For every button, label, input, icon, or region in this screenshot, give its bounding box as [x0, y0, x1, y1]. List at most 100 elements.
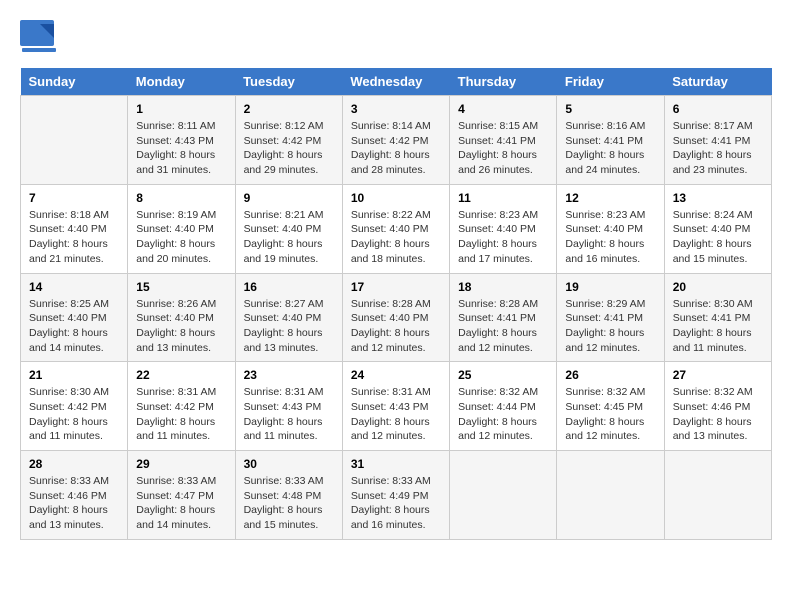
- day-info: Sunrise: 8:22 AM Sunset: 4:40 PM Dayligh…: [351, 208, 441, 267]
- day-info: Sunrise: 8:21 AM Sunset: 4:40 PM Dayligh…: [244, 208, 334, 267]
- day-info: Sunrise: 8:12 AM Sunset: 4:42 PM Dayligh…: [244, 119, 334, 178]
- day-number: 27: [673, 368, 763, 382]
- logo: [20, 20, 60, 52]
- day-number: 18: [458, 280, 548, 294]
- calendar-cell: 24Sunrise: 8:31 AM Sunset: 4:43 PM Dayli…: [342, 362, 449, 451]
- calendar-cell: 7 Sunrise: 8:18 AM Sunset: 4:40 PM Daylig…: [21, 184, 128, 273]
- calendar-week-row: 28 Sunrise: 8:33 AM Sunset: 4:46 PM Dayli…: [21, 451, 772, 540]
- calendar-cell: 20 Sunrise: 8:30 AM Sunset: 4:41 PM Dayli…: [664, 273, 771, 362]
- calendar-cell: 18 Sunrise: 8:28 AM Sunset: 4:41 PM Dayli…: [450, 273, 557, 362]
- calendar-cell: 3 Sunrise: 8:14 AM Sunset: 4:42 PM Daylig…: [342, 96, 449, 185]
- weekday-header-row: SundayMondayTuesdayWednesdayThursdayFrid…: [21, 68, 772, 96]
- weekday-header-tuesday: Tuesday: [235, 68, 342, 96]
- day-info: Sunrise: 8:28 AM Sunset: 4:40 PM Dayligh…: [351, 297, 441, 356]
- day-info: Sunrise: 8:32 AM Sunset: 4:46 PM Dayligh…: [673, 385, 763, 444]
- day-number: 25: [458, 368, 548, 382]
- day-number: 30: [244, 457, 334, 471]
- calendar-cell: 17Sunrise: 8:28 AM Sunset: 4:40 PM Dayli…: [342, 273, 449, 362]
- day-number: 2: [244, 102, 334, 116]
- day-number: 21: [29, 368, 119, 382]
- day-number: 15: [136, 280, 226, 294]
- calendar-cell: 5 Sunrise: 8:16 AM Sunset: 4:41 PM Daylig…: [557, 96, 664, 185]
- day-info: Sunrise: 8:17 AM Sunset: 4:41 PM Dayligh…: [673, 119, 763, 178]
- calendar-cell: 27 Sunrise: 8:32 AM Sunset: 4:46 PM Dayli…: [664, 362, 771, 451]
- day-number: 6: [673, 102, 763, 116]
- day-info: Sunrise: 8:31 AM Sunset: 4:43 PM Dayligh…: [244, 385, 334, 444]
- calendar-cell: 14Sunrise: 8:25 AM Sunset: 4:40 PM Dayli…: [21, 273, 128, 362]
- day-number: 20: [673, 280, 763, 294]
- calendar-cell: 25 Sunrise: 8:32 AM Sunset: 4:44 PM Dayli…: [450, 362, 557, 451]
- day-info: Sunrise: 8:29 AM Sunset: 4:41 PM Dayligh…: [565, 297, 655, 356]
- day-number: 19: [565, 280, 655, 294]
- day-info: Sunrise: 8:16 AM Sunset: 4:41 PM Dayligh…: [565, 119, 655, 178]
- calendar-cell: 4 Sunrise: 8:15 AM Sunset: 4:41 PM Daylig…: [450, 96, 557, 185]
- calendar-header: SundayMondayTuesdayWednesdayThursdayFrid…: [21, 68, 772, 96]
- day-number: 8: [136, 191, 226, 205]
- calendar-week-row: 14Sunrise: 8:25 AM Sunset: 4:40 PM Dayli…: [21, 273, 772, 362]
- day-number: 10: [351, 191, 441, 205]
- day-info: Sunrise: 8:30 AM Sunset: 4:41 PM Dayligh…: [673, 297, 763, 356]
- calendar-cell: [21, 96, 128, 185]
- calendar-week-row: 21 Sunrise: 8:30 AM Sunset: 4:42 PM Dayli…: [21, 362, 772, 451]
- day-info: Sunrise: 8:15 AM Sunset: 4:41 PM Dayligh…: [458, 119, 548, 178]
- day-number: 11: [458, 191, 548, 205]
- weekday-header-friday: Friday: [557, 68, 664, 96]
- day-number: 12: [565, 191, 655, 205]
- day-info: Sunrise: 8:31 AM Sunset: 4:43 PM Dayligh…: [351, 385, 441, 444]
- day-info: Sunrise: 8:23 AM Sunset: 4:40 PM Dayligh…: [458, 208, 548, 267]
- calendar-week-row: 7 Sunrise: 8:18 AM Sunset: 4:40 PM Daylig…: [21, 184, 772, 273]
- calendar-cell: 6 Sunrise: 8:17 AM Sunset: 4:41 PM Daylig…: [664, 96, 771, 185]
- day-info: Sunrise: 8:30 AM Sunset: 4:42 PM Dayligh…: [29, 385, 119, 444]
- day-info: Sunrise: 8:11 AM Sunset: 4:43 PM Dayligh…: [136, 119, 226, 178]
- calendar-cell: 15Sunrise: 8:26 AM Sunset: 4:40 PM Dayli…: [128, 273, 235, 362]
- day-number: 16: [244, 280, 334, 294]
- calendar-cell: [664, 451, 771, 540]
- calendar-cell: [557, 451, 664, 540]
- calendar-cell: 23 Sunrise: 8:31 AM Sunset: 4:43 PM Dayli…: [235, 362, 342, 451]
- calendar-cell: 2 Sunrise: 8:12 AM Sunset: 4:42 PM Daylig…: [235, 96, 342, 185]
- day-info: Sunrise: 8:28 AM Sunset: 4:41 PM Dayligh…: [458, 297, 548, 356]
- calendar-cell: 19 Sunrise: 8:29 AM Sunset: 4:41 PM Dayli…: [557, 273, 664, 362]
- day-info: Sunrise: 8:27 AM Sunset: 4:40 PM Dayligh…: [244, 297, 334, 356]
- day-number: 1: [136, 102, 226, 116]
- calendar-cell: 22Sunrise: 8:31 AM Sunset: 4:42 PM Dayli…: [128, 362, 235, 451]
- day-number: 14: [29, 280, 119, 294]
- weekday-header-monday: Monday: [128, 68, 235, 96]
- calendar-cell: 16 Sunrise: 8:27 AM Sunset: 4:40 PM Dayli…: [235, 273, 342, 362]
- day-info: Sunrise: 8:23 AM Sunset: 4:40 PM Dayligh…: [565, 208, 655, 267]
- weekday-header-saturday: Saturday: [664, 68, 771, 96]
- day-number: 13: [673, 191, 763, 205]
- day-info: Sunrise: 8:14 AM Sunset: 4:42 PM Dayligh…: [351, 119, 441, 178]
- day-info: Sunrise: 8:33 AM Sunset: 4:48 PM Dayligh…: [244, 474, 334, 533]
- day-number: 28: [29, 457, 119, 471]
- day-info: Sunrise: 8:33 AM Sunset: 4:49 PM Dayligh…: [351, 474, 441, 533]
- day-number: 3: [351, 102, 441, 116]
- calendar-cell: 28 Sunrise: 8:33 AM Sunset: 4:46 PM Dayli…: [21, 451, 128, 540]
- day-number: 9: [244, 191, 334, 205]
- day-info: Sunrise: 8:24 AM Sunset: 4:40 PM Dayligh…: [673, 208, 763, 267]
- calendar-cell: 8Sunrise: 8:19 AM Sunset: 4:40 PM Daylig…: [128, 184, 235, 273]
- day-number: 7: [29, 191, 119, 205]
- day-number: 31: [351, 457, 441, 471]
- day-number: 22: [136, 368, 226, 382]
- day-number: 5: [565, 102, 655, 116]
- calendar-cell: 10 Sunrise: 8:22 AM Sunset: 4:40 PM Dayli…: [342, 184, 449, 273]
- calendar-cell: 21 Sunrise: 8:30 AM Sunset: 4:42 PM Dayli…: [21, 362, 128, 451]
- weekday-header-thursday: Thursday: [450, 68, 557, 96]
- calendar-cell: 13 Sunrise: 8:24 AM Sunset: 4:40 PM Dayli…: [664, 184, 771, 273]
- calendar-cell: [450, 451, 557, 540]
- day-info: Sunrise: 8:32 AM Sunset: 4:45 PM Dayligh…: [565, 385, 655, 444]
- calendar-cell: 9 Sunrise: 8:21 AM Sunset: 4:40 PM Daylig…: [235, 184, 342, 273]
- weekday-header-wednesday: Wednesday: [342, 68, 449, 96]
- calendar-cell: 1 Sunrise: 8:11 AM Sunset: 4:43 PM Daylig…: [128, 96, 235, 185]
- day-number: 4: [458, 102, 548, 116]
- calendar-cell: 29Sunrise: 8:33 AM Sunset: 4:47 PM Dayli…: [128, 451, 235, 540]
- calendar-cell: 26Sunrise: 8:32 AM Sunset: 4:45 PM Dayli…: [557, 362, 664, 451]
- calendar-body: 1 Sunrise: 8:11 AM Sunset: 4:43 PM Daylig…: [21, 96, 772, 540]
- day-info: Sunrise: 8:33 AM Sunset: 4:46 PM Dayligh…: [29, 474, 119, 533]
- day-info: Sunrise: 8:32 AM Sunset: 4:44 PM Dayligh…: [458, 385, 548, 444]
- day-info: Sunrise: 8:33 AM Sunset: 4:47 PM Dayligh…: [136, 474, 226, 533]
- weekday-header-sunday: Sunday: [21, 68, 128, 96]
- day-info: Sunrise: 8:18 AM Sunset: 4:40 PM Dayligh…: [29, 208, 119, 267]
- day-number: 23: [244, 368, 334, 382]
